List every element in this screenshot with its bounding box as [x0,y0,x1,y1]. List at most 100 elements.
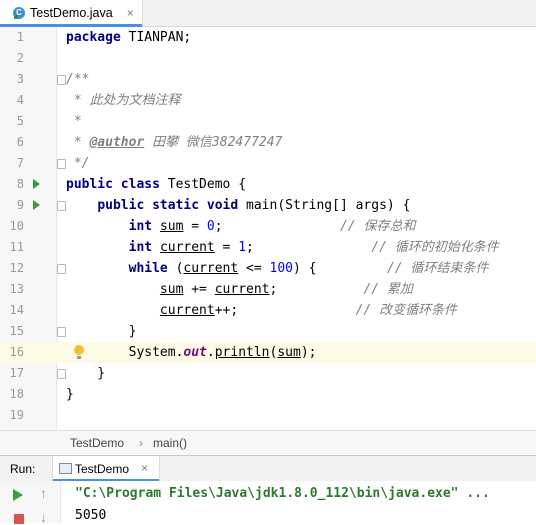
code-token: int [128,240,153,255]
code-token: out [183,345,207,360]
code-line[interactable]: 8 public class TestDemo { [0,174,536,195]
line-number: 19 [9,408,24,422]
code-line[interactable]: 12 while (current <= 100) { // 循环结束条件 [0,258,536,279]
code-token: += [183,282,215,297]
breadcrumb-method[interactable]: main() [153,436,187,450]
fold-marker-icon[interactable] [57,327,66,337]
scroll-up-arrow-icon[interactable]: ↑ [40,485,47,501]
code-line[interactable]: 5 * [0,111,536,132]
line-number: 12 [9,261,24,275]
code-token: 100 [269,261,294,276]
code-token: // 改变循环条件 [355,303,458,318]
code-token: int [128,219,153,234]
fold-marker-icon[interactable] [57,264,66,274]
code-text: } [66,384,74,405]
code-token: while [128,261,168,276]
line-number: 17 [9,366,24,380]
code-line[interactable]: 4 * 此处为文档注释 [0,90,536,111]
line-number: 10 [9,219,24,233]
code-text: */ [66,153,90,174]
code-text: int sum = 0; // 保存总和 [66,216,416,237]
line-number: 14 [9,303,24,317]
editor-tab-bar: C TestDemo.java × [0,0,536,27]
code-token: } [66,366,106,381]
code-line[interactable]: 2 [0,48,536,69]
breadcrumb-separator: › [139,436,143,450]
code-text: * [66,111,82,132]
code-text: * @author 田攀 微信382477247 [66,132,283,153]
code-line[interactable]: 13 sum += current; // 累加 [0,279,536,300]
code-token: = [214,240,239,255]
code-token: public class [66,177,160,192]
fold-marker-icon[interactable] [57,75,66,85]
code-token: 1 [238,240,247,255]
code-line[interactable]: 14 current++; // 改变循环条件 [0,300,536,321]
line-number: 9 [16,198,24,212]
code-line[interactable]: 19 [0,405,536,426]
run-gutter-icon[interactable] [33,200,40,210]
code-token: 田攀 微信382477247 [144,135,283,150]
code-token: // 循环的初始化条件 [371,240,499,255]
line-number: 4 [16,93,24,107]
code-text: while (current <= 100) { // 循环结束条件 [66,258,489,279]
tab-title: TestDemo.java [30,6,113,20]
code-line[interactable]: 17 } [0,363,536,384]
code-editor[interactable]: 1 package TIANPAN; 2 3/** 4 * 此处为文档注释 5 * 6 * … [0,27,536,430]
breadcrumb: TestDemo › main() [0,430,536,455]
console-toolbar: ↑ ↓ [0,481,61,525]
code-text: sum += current; // 累加 [66,279,413,300]
code-text: int current = 1; // 循环的初始化条件 [66,237,499,258]
java-class-icon: C [13,7,25,19]
code-token: <= [238,261,270,276]
console-command-line: "C:\Program Files\Java\jdk1.8.0_112\bin\… [75,486,490,501]
run-tab-close-icon[interactable]: × [141,461,148,475]
code-line[interactable]: 10 int sum = 0; // 保存总和 [0,216,536,237]
line-number: 8 [16,177,24,191]
code-line[interactable]: 9 public static void main(String[] args)… [0,195,536,216]
code-token: // 保存总和 [339,219,416,234]
fold-marker-icon[interactable] [57,369,66,379]
run-console[interactable]: ↑ ↓ "C:\Program Files\Java\jdk1.8.0_112\… [0,481,536,525]
code-token: // 循环结束条件 [386,261,489,276]
code-token: package [66,30,121,45]
code-token: sum [159,282,184,297]
code-line[interactable]: 18} [0,384,536,405]
code-text: * 此处为文档注释 [66,90,181,111]
fold-marker-icon[interactable] [57,159,66,169]
run-tab-testdemo[interactable]: TestDemo × [52,456,160,482]
run-config-icon [59,463,72,474]
code-token: } [66,324,137,339]
tab-close-icon[interactable]: × [127,6,134,20]
code-token: * [66,135,90,150]
code-token: ); [300,345,317,360]
code-line[interactable]: 6 * @author 田攀 微信382477247 [0,132,536,153]
line-number: 2 [16,51,24,65]
code-token: */ [66,156,90,171]
code-token: ; [246,240,372,255]
code-token: @author [89,135,145,150]
tab-testdemo-java[interactable]: C TestDemo.java × [0,0,143,27]
code-token: . [206,345,215,360]
code-token: current [159,303,215,318]
line-number: 11 [9,240,24,254]
code-line[interactable]: 11 int current = 1; // 循环的初始化条件 [0,237,536,258]
code-token: current [214,282,270,297]
fold-marker-icon[interactable] [57,201,66,211]
rerun-icon[interactable] [13,489,23,501]
code-line[interactable]: 3 /** [0,69,536,90]
code-line[interactable]: 16 System.out.println(sum); [0,342,536,363]
line-number: 7 [16,156,24,170]
run-tab-title: TestDemo [75,462,130,476]
code-text: public class TestDemo { [66,174,246,195]
code-line[interactable]: 1 package TIANPAN; [0,27,536,48]
breadcrumb-class[interactable]: TestDemo [70,436,124,450]
code-text: public static void main(String[] args) { [66,195,410,216]
code-line[interactable]: 7 */ [0,153,536,174]
run-gutter-icon[interactable] [33,179,40,189]
code-line[interactable]: 15 } [0,321,536,342]
